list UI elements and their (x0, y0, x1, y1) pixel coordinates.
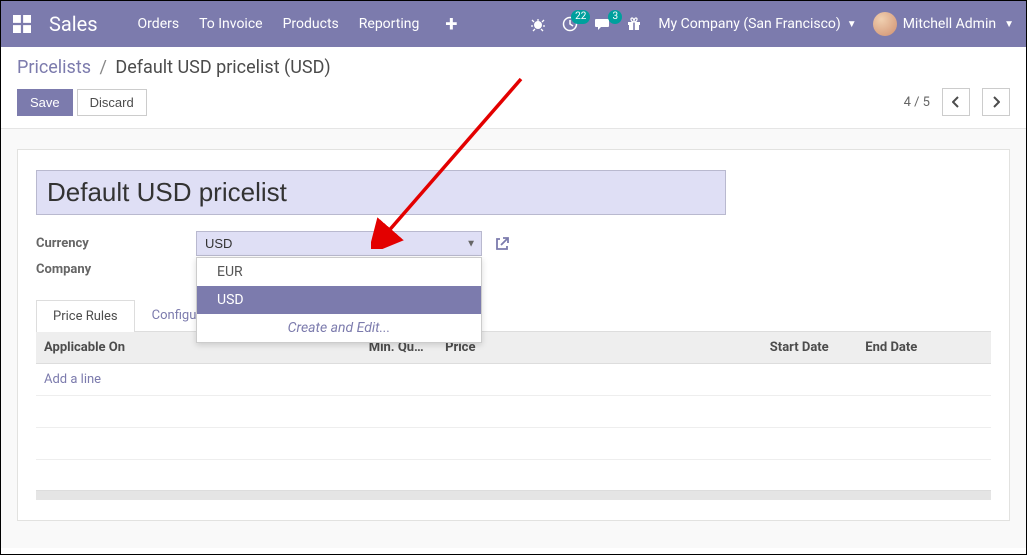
form-sheet: Currency ▼ EUR USD Create and Edit... Co… (17, 149, 1010, 521)
discuss-badge: 3 (608, 10, 622, 24)
navbar-right: 22 3 My Company (San Francisco) ▼ Mitche… (530, 12, 1014, 36)
currency-dropdown: EUR USD Create and Edit... (196, 257, 482, 343)
pricelist-name-input[interactable] (36, 170, 726, 215)
company-selector[interactable]: My Company (San Francisco) ▼ (658, 16, 856, 32)
breadcrumb-separator: / (100, 57, 107, 78)
currency-input[interactable] (196, 231, 482, 256)
currency-option-usd[interactable]: USD (197, 286, 481, 314)
col-price[interactable]: Price (437, 332, 762, 364)
add-line-link[interactable]: Add a line (44, 372, 101, 387)
table-scrollbar[interactable] (36, 490, 991, 500)
currency-create-edit[interactable]: Create and Edit... (197, 314, 481, 342)
company-name: My Company (San Francisco) (658, 16, 840, 32)
nav-new-icon[interactable]: + (445, 12, 457, 37)
table-row (36, 396, 991, 428)
caret-down-icon: ▼ (1004, 19, 1014, 30)
caret-down-icon: ▼ (847, 19, 857, 30)
form-sheet-bg: Currency ▼ EUR USD Create and Edit... Co… (1, 129, 1026, 548)
tab-price-rules[interactable]: Price Rules (36, 300, 135, 332)
activities-badge: 22 (571, 10, 590, 24)
breadcrumb-parent[interactable]: Pricelists (17, 57, 91, 78)
currency-field-wrap: ▼ EUR USD Create and Edit... (196, 231, 482, 256)
apps-icon[interactable] (13, 15, 31, 33)
app-brand[interactable]: Sales (49, 12, 98, 36)
nav-products[interactable]: Products (283, 16, 339, 32)
pager-text[interactable]: 4 / 5 (904, 95, 930, 110)
col-trash (953, 332, 991, 364)
external-link-icon[interactable] (494, 236, 510, 252)
user-name: Mitchell Admin (903, 16, 996, 32)
breadcrumb: Pricelists / Default USD pricelist (USD) (17, 57, 1010, 78)
pager: 4 / 5 (904, 88, 1010, 116)
avatar (873, 12, 897, 36)
currency-label: Currency (36, 236, 196, 251)
discard-button[interactable]: Discard (77, 89, 147, 116)
nav-reporting[interactable]: Reporting (359, 16, 420, 32)
price-rules-table: Applicable On Min. Qu… Price Start Date … (36, 332, 991, 460)
debug-icon[interactable] (530, 16, 546, 32)
discuss-icon[interactable]: 3 (594, 16, 610, 32)
col-start-date[interactable]: Start Date (762, 332, 858, 364)
col-end-date[interactable]: End Date (857, 332, 953, 364)
top-navbar: Sales Orders To Invoice Products Reporti… (1, 1, 1026, 47)
user-menu[interactable]: Mitchell Admin ▼ (873, 12, 1014, 36)
nav-orders[interactable]: Orders (138, 16, 180, 32)
table-row (36, 428, 991, 460)
nav-to-invoice[interactable]: To Invoice (199, 16, 263, 32)
breadcrumb-current: Default USD pricelist (USD) (115, 57, 330, 78)
activities-icon[interactable]: 22 (562, 16, 578, 32)
save-button[interactable]: Save (17, 89, 73, 116)
gift-icon[interactable] (626, 16, 642, 32)
control-panel: Pricelists / Default USD pricelist (USD)… (1, 47, 1026, 129)
pager-next-button[interactable] (982, 88, 1010, 116)
company-label: Company (36, 262, 196, 277)
notebook-tabs: Price Rules Configuration (36, 299, 991, 332)
pager-prev-button[interactable] (942, 88, 970, 116)
currency-option-eur[interactable]: EUR (197, 258, 481, 286)
table-row: Add a line (36, 364, 991, 396)
